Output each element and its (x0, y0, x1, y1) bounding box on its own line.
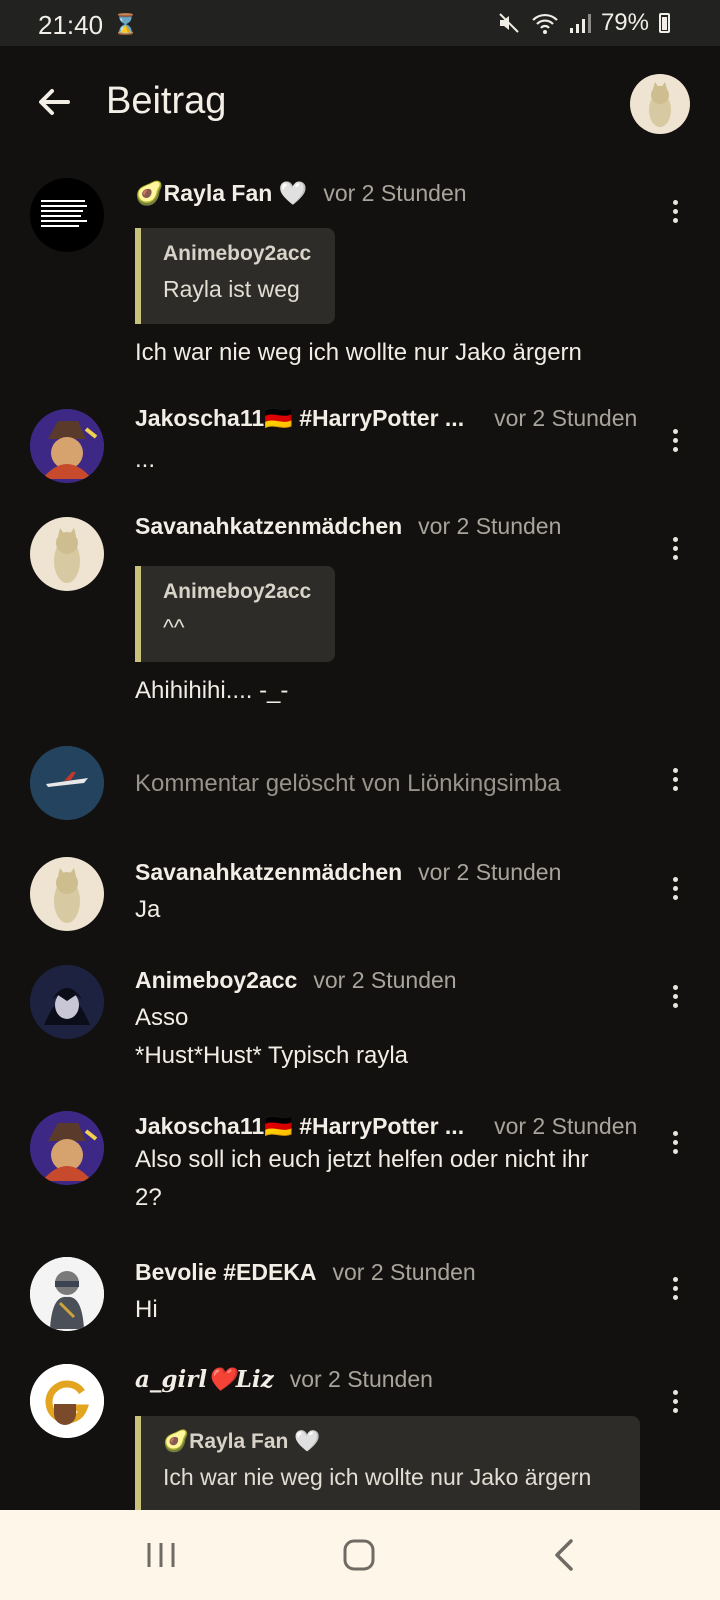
comment-time: vor 2 Stunden (418, 859, 562, 885)
comment-time: vor 2 Stunden (332, 1259, 476, 1285)
quote-text: ^^ (163, 614, 185, 640)
comment-meta: Bevolie #EDEKA vor 2 Stunden (135, 1259, 476, 1286)
comment-time: vor 2 Stunden (313, 967, 457, 993)
comment-time: vor 2 Stunden (323, 180, 467, 206)
comment-meta: Savanahkatzenmädchen vor 2 Stunden (135, 859, 561, 886)
text-avatar-icon (41, 200, 87, 227)
avatar[interactable] (30, 965, 104, 1039)
status-time: 21:40 (38, 10, 104, 40)
more-vert-icon[interactable] (660, 533, 690, 573)
recents-icon[interactable] (131, 1530, 191, 1580)
system-nav-bar (0, 1510, 720, 1600)
wizard-avatar-icon (30, 409, 104, 483)
comment-meta: Jakoscha11🇩🇪 #HarryPotter ... vor 2 Stun… (135, 1113, 637, 1140)
more-vert-icon[interactable] (660, 873, 690, 913)
more-vert-icon[interactable] (660, 425, 690, 465)
home-icon[interactable] (330, 1530, 390, 1580)
mute-icon (499, 13, 519, 33)
comment-author[interactable]: Jakoscha11🇩🇪 #HarryPotter ... (135, 405, 464, 432)
profile-avatar[interactable] (630, 74, 690, 134)
avatar[interactable] (30, 517, 104, 591)
comment-meta: 🥑Rayla Fan 🤍 vor 2 Stunden (135, 180, 467, 207)
quote-author: Animeboy2acc (163, 242, 312, 265)
comment-meta: Jakoscha11🇩🇪 #HarryPotter ... vor 2 Stun… (135, 405, 637, 432)
comment-meta: Animeboy2acc vor 2 Stunden (135, 967, 457, 994)
battery-percent: 79% (600, 9, 649, 36)
comment-time: vor 2 Stunden (494, 405, 638, 431)
avatar[interactable] (30, 1364, 104, 1438)
chevron-left-icon[interactable] (535, 1530, 595, 1580)
tea-logo-icon (30, 1364, 104, 1438)
comment-text: ... (135, 446, 156, 473)
more-vert-icon[interactable] (660, 1127, 690, 1167)
battery-icon (659, 13, 670, 33)
comment-author[interactable]: Savanahkatzenmädchen (135, 859, 402, 886)
comment-time: vor 2 Stunden (494, 1113, 638, 1139)
comment-author[interactable]: Savanahkatzenmädchen (135, 513, 402, 540)
more-vert-icon[interactable] (660, 1273, 690, 1313)
quoted-comment[interactable]: 🥑Rayla Fan 🤍 Ich war nie weg ich wollte … (135, 1416, 640, 1516)
quote-author: Animeboy2acc (163, 580, 312, 603)
avatar[interactable] (30, 857, 104, 931)
cat-icon (54, 528, 80, 583)
airplane-avatar-icon (30, 746, 104, 820)
avatar[interactable] (30, 409, 104, 483)
app-bar: Beitrag (0, 46, 720, 164)
comment-author[interactable]: Jakoscha11🇩🇪 #HarryPotter ... (135, 1113, 464, 1140)
comment-text: Ja (135, 896, 161, 923)
quote-text: Rayla ist weg (163, 276, 300, 302)
comment-time: vor 2 Stunden (289, 1366, 433, 1392)
comment-text: Ich war nie weg ich wollte nur Jako ärge… (135, 339, 582, 366)
hourglass-icon: ⌛ (113, 14, 138, 36)
deleted-comment-text: Kommentar gelöscht von Liönkingsimba (135, 770, 561, 797)
status-icons: 79% (497, 9, 670, 37)
more-vert-icon[interactable] (660, 196, 690, 236)
comment-text: Asso *Hust*Hust* Typisch rayla (135, 1004, 408, 1069)
comment-meta: Savanahkatzenmädchen vor 2 Stunden (135, 513, 561, 540)
comment-author[interactable]: Bevolie #EDEKA (135, 1259, 317, 1286)
cat-icon (649, 82, 671, 127)
comment-meta: a_girl❤️Liz vor 2 Stunden (135, 1366, 433, 1393)
comment-author[interactable]: 🥑Rayla Fan 🤍 (135, 180, 307, 207)
comment-text: Hi (135, 1296, 158, 1323)
page-title: Beitrag (106, 80, 227, 122)
comment-author[interactable]: Animeboy2acc (135, 967, 297, 994)
comment-time: vor 2 Stunden (418, 513, 562, 539)
wizard-avatar-icon (30, 1111, 104, 1185)
status-bar: 21:40 ⌛ 79% (0, 0, 720, 46)
quoted-comment[interactable]: Animeboy2acc Rayla ist weg (135, 228, 335, 324)
more-vert-icon[interactable] (660, 764, 690, 804)
more-vert-icon[interactable] (660, 981, 690, 1021)
avatar[interactable] (30, 746, 104, 820)
comment-author[interactable]: a_girl❤️Liz (135, 1366, 274, 1393)
arrow-left-icon[interactable] (34, 82, 74, 122)
ninja-avatar-icon (30, 1257, 104, 1331)
anime-boy-avatar-icon (30, 965, 104, 1039)
quote-text: Ich war nie weg ich wollte nur Jako ärge… (163, 1464, 592, 1490)
more-vert-icon[interactable] (660, 1386, 690, 1426)
wifi-icon (532, 13, 558, 34)
cat-icon (54, 868, 80, 923)
avatar[interactable] (30, 178, 104, 252)
signal-icon (569, 14, 591, 33)
avatar[interactable] (30, 1111, 104, 1185)
quoted-comment[interactable]: Animeboy2acc ^^ (135, 566, 335, 662)
comment-text: Also soll ich euch jetzt helfen oder nic… (135, 1146, 589, 1211)
avatar[interactable] (30, 1257, 104, 1331)
comment-text: Ahihihihi.... -_- (135, 677, 289, 704)
quote-author: 🥑Rayla Fan 🤍 (163, 1430, 321, 1453)
